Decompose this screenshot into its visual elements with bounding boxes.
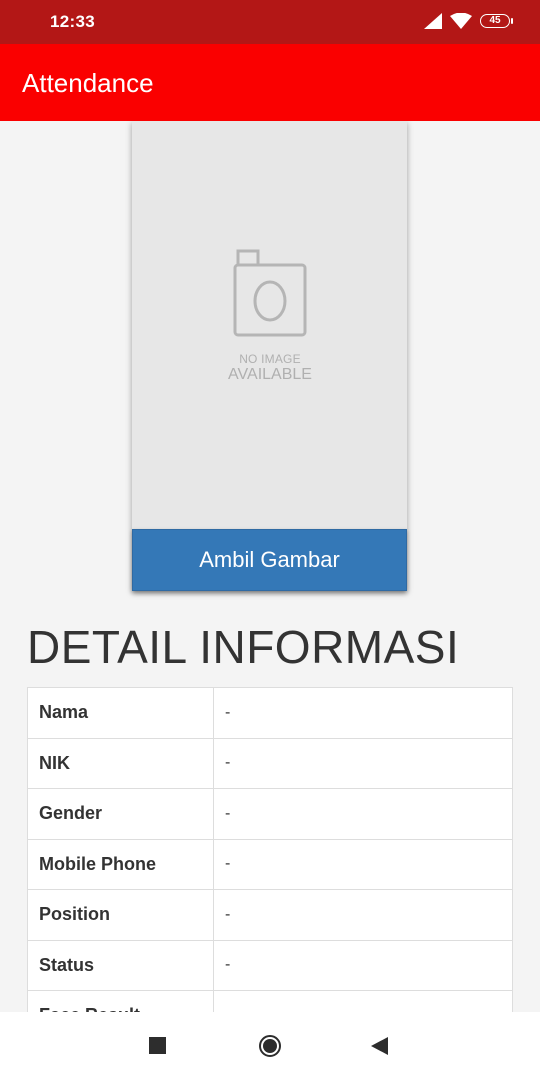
available-text: AVAILABLE (228, 366, 312, 383)
table-row: NIK - (27, 737, 513, 789)
detail-title: DETAIL INFORMASI (27, 621, 460, 673)
row-value: - (213, 939, 513, 991)
row-label: Mobile Phone (27, 838, 214, 890)
take-photo-button[interactable]: Ambil Gambar (132, 529, 407, 591)
table-row: Nama - (27, 687, 513, 739)
main-content[interactable]: NO IMAGE AVAILABLE Ambil Gambar DETAIL I… (0, 121, 540, 1012)
app-bar: Attendance (0, 44, 540, 121)
row-label: Nama (27, 687, 214, 739)
row-value: - (213, 687, 513, 739)
home-icon[interactable] (258, 1034, 282, 1058)
table-row: Face Result - (27, 990, 513, 1012)
row-value: - (213, 889, 513, 941)
no-image-placeholder: NO IMAGE AVAILABLE (228, 249, 312, 394)
photo-preview: NO IMAGE AVAILABLE (132, 121, 407, 591)
status-bar: 12:33 45 (0, 0, 540, 44)
row-value: - (213, 737, 513, 789)
row-label: Position (27, 889, 214, 941)
recent-apps-icon[interactable] (149, 1037, 166, 1054)
table-row: Gender - (27, 788, 513, 840)
no-image-text: NO IMAGE (239, 352, 301, 366)
table-row: Status - (27, 939, 513, 991)
row-label: Status (27, 939, 214, 991)
row-value: - (213, 838, 513, 890)
app-title: Attendance (22, 68, 154, 98)
camera-icon (233, 249, 307, 337)
status-icons: 45 (424, 13, 513, 29)
row-value: - (213, 788, 513, 840)
row-value: - (213, 990, 513, 1012)
wifi-icon (450, 13, 472, 29)
back-icon[interactable] (371, 1037, 388, 1055)
signal-icon (424, 13, 442, 29)
row-label: Face Result (27, 990, 214, 1012)
detail-table: Nama - NIK - Gender - Mobile Phone - Pos… (27, 687, 513, 1012)
table-row: Position - (27, 889, 513, 941)
row-label: Gender (27, 788, 214, 840)
navigation-bar (0, 1012, 540, 1078)
row-label: NIK (27, 737, 214, 789)
battery-icon: 45 (480, 14, 513, 28)
status-time: 12:33 (50, 12, 95, 31)
table-row: Mobile Phone - (27, 838, 513, 890)
